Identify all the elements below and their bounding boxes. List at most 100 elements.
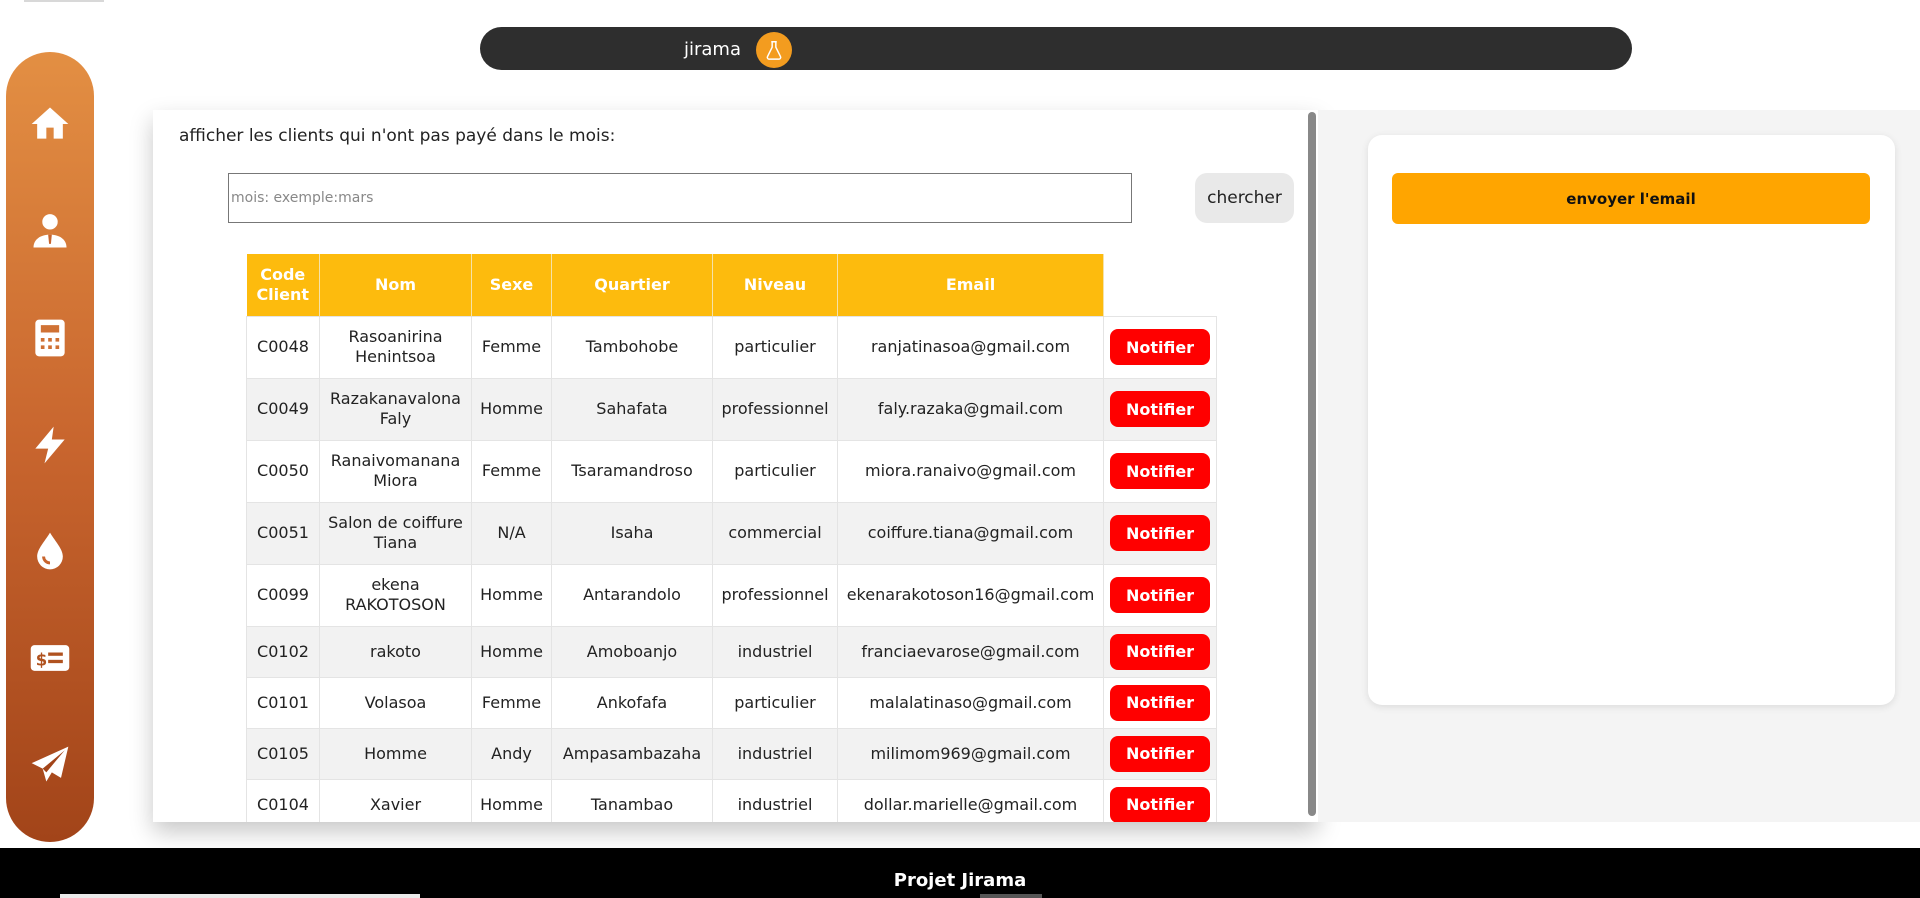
cell-email: faly.razaka@gmail.com <box>837 377 1104 441</box>
cell-email: dollar.marielle@gmail.com <box>837 778 1104 822</box>
cell-code: C0049 <box>246 377 320 441</box>
cell-nom: Salon de coiffure Tiana <box>319 501 472 565</box>
notify-button[interactable]: Notifier <box>1110 453 1210 489</box>
cell-sexe: Homme <box>471 377 552 441</box>
cell-nom: Homme <box>319 727 472 780</box>
cell-nom: Xavier <box>319 778 472 822</box>
unpaid-clients-panel: afficher les clients qui n'ont pas payé … <box>153 110 1318 822</box>
cell-email: coiffure.tiana@gmail.com <box>837 501 1104 565</box>
cell-sexe: Homme <box>471 778 552 822</box>
home-icon <box>31 107 69 140</box>
cell-email: ekenarakotoson16@gmail.com <box>837 563 1104 627</box>
table-row: C0049 Razakanavalona Faly Homme Sahafata… <box>246 377 1217 441</box>
sidebar-item-calculator[interactable] <box>20 308 80 367</box>
cell-sexe: Femme <box>471 676 552 729</box>
cell-sexe: Homme <box>471 563 552 627</box>
cell-code: C0048 <box>246 315 320 379</box>
app-logo <box>756 32 792 68</box>
cell-quartier: Tsaramandroso <box>551 439 713 503</box>
cell-niveau: professionnel <box>712 377 838 441</box>
notify-button[interactable]: Notifier <box>1110 577 1210 613</box>
notify-button[interactable]: Notifier <box>1110 633 1210 670</box>
cell-email: ranjatinasoa@gmail.com <box>837 315 1104 379</box>
email-panel: envoyer l'email <box>1368 135 1895 705</box>
vertical-scrollbar[interactable] <box>1308 112 1316 816</box>
water-drop-icon <box>37 532 63 570</box>
cell-niveau: particulier <box>712 439 838 503</box>
cell-action: Notifier <box>1103 563 1217 627</box>
search-button[interactable]: chercher <box>1195 173 1294 223</box>
cell-code: C0099 <box>246 563 320 627</box>
sidebar-item-electricity[interactable] <box>20 415 80 474</box>
notify-button[interactable]: Notifier <box>1110 735 1210 772</box>
filter-label: afficher les clients qui n'ont pas payé … <box>179 126 616 146</box>
cell-sexe: Femme <box>471 315 552 379</box>
table-row: C0048 Rasoanirina Henintsoa Femme Tamboh… <box>246 315 1217 379</box>
cell-quartier: Sahafata <box>551 377 713 441</box>
cell-quartier: Ampasambazaha <box>551 727 713 780</box>
cell-niveau: industriel <box>712 625 838 678</box>
sidebar-item-clients[interactable] <box>20 202 80 261</box>
cell-nom: Rasoanirina Henintsoa <box>319 315 472 379</box>
cell-nom: Volasoa <box>319 676 472 729</box>
cell-action: Notifier <box>1103 778 1217 822</box>
paper-plane-icon <box>31 746 69 782</box>
cell-email: malalatinaso@gmail.com <box>837 676 1104 729</box>
cell-niveau: industriel <box>712 778 838 822</box>
cell-action: Notifier <box>1103 676 1217 729</box>
notify-button[interactable]: Notifier <box>1110 684 1210 721</box>
cell-quartier: Tanambao <box>551 778 713 822</box>
header-bar: jirama <box>480 27 1632 70</box>
column-header-action <box>1104 254 1217 316</box>
footer: Projet Jirama <box>0 848 1920 898</box>
sidebar-item-home[interactable] <box>20 95 80 154</box>
sidebar-item-send[interactable] <box>20 735 80 794</box>
cell-niveau: particulier <box>712 315 838 379</box>
month-search-input[interactable] <box>228 173 1132 223</box>
sidebar-nav: $ <box>6 52 94 842</box>
cell-niveau: professionnel <box>712 563 838 627</box>
cell-action: Notifier <box>1103 625 1217 678</box>
sidebar-item-invoices[interactable]: $ <box>20 629 80 688</box>
cell-code: C0104 <box>246 778 320 822</box>
user-icon <box>33 214 67 248</box>
cell-niveau: industriel <box>712 727 838 780</box>
column-header-nom: Nom <box>319 254 472 316</box>
sidebar-item-water[interactable] <box>20 522 80 581</box>
cell-action: Notifier <box>1103 377 1217 441</box>
table-row: C0051 Salon de coiffure Tiana N/A Isaha … <box>246 501 1217 565</box>
send-email-button[interactable]: envoyer l'email <box>1392 173 1870 224</box>
cell-code: C0051 <box>246 501 320 565</box>
cell-sexe: Homme <box>471 625 552 678</box>
column-header-code: Code Client <box>246 254 320 316</box>
footer-scroll-track <box>60 894 420 898</box>
cell-quartier: Amoboanjo <box>551 625 713 678</box>
table-row: C0050 Ranaivomanana Miora Femme Tsaraman… <box>246 439 1217 503</box>
cell-nom: Razakanavalona Faly <box>319 377 472 441</box>
notify-button[interactable]: Notifier <box>1110 329 1210 365</box>
calculator-icon <box>35 319 65 357</box>
cell-niveau: particulier <box>712 676 838 729</box>
bolt-icon <box>35 426 65 463</box>
footer-title: Projet Jirama <box>893 870 1027 891</box>
notify-button[interactable]: Notifier <box>1110 391 1210 427</box>
notify-button[interactable]: Notifier <box>1110 786 1210 822</box>
table-header-row: Code Client Nom Sexe Quartier Niveau Ema… <box>246 254 1217 316</box>
cell-quartier: Isaha <box>551 501 713 565</box>
cell-action: Notifier <box>1103 315 1217 379</box>
app-title: jirama <box>684 39 741 60</box>
cell-action: Notifier <box>1103 727 1217 780</box>
column-header-email: Email <box>837 254 1104 316</box>
cell-quartier: Ankofafa <box>551 676 713 729</box>
cell-quartier: Tambohobe <box>551 315 713 379</box>
notify-button[interactable]: Notifier <box>1110 515 1210 551</box>
top-tab-indicator <box>24 0 104 2</box>
cell-nom: rakoto <box>319 625 472 678</box>
cell-code: C0102 <box>246 625 320 678</box>
cell-niveau: commercial <box>712 501 838 565</box>
cell-sexe: Femme <box>471 439 552 503</box>
cell-code: C0050 <box>246 439 320 503</box>
cell-nom: ekena RAKOTOSON <box>319 563 472 627</box>
cell-email: miora.ranaivo@gmail.com <box>837 439 1104 503</box>
cell-code: C0105 <box>246 727 320 780</box>
